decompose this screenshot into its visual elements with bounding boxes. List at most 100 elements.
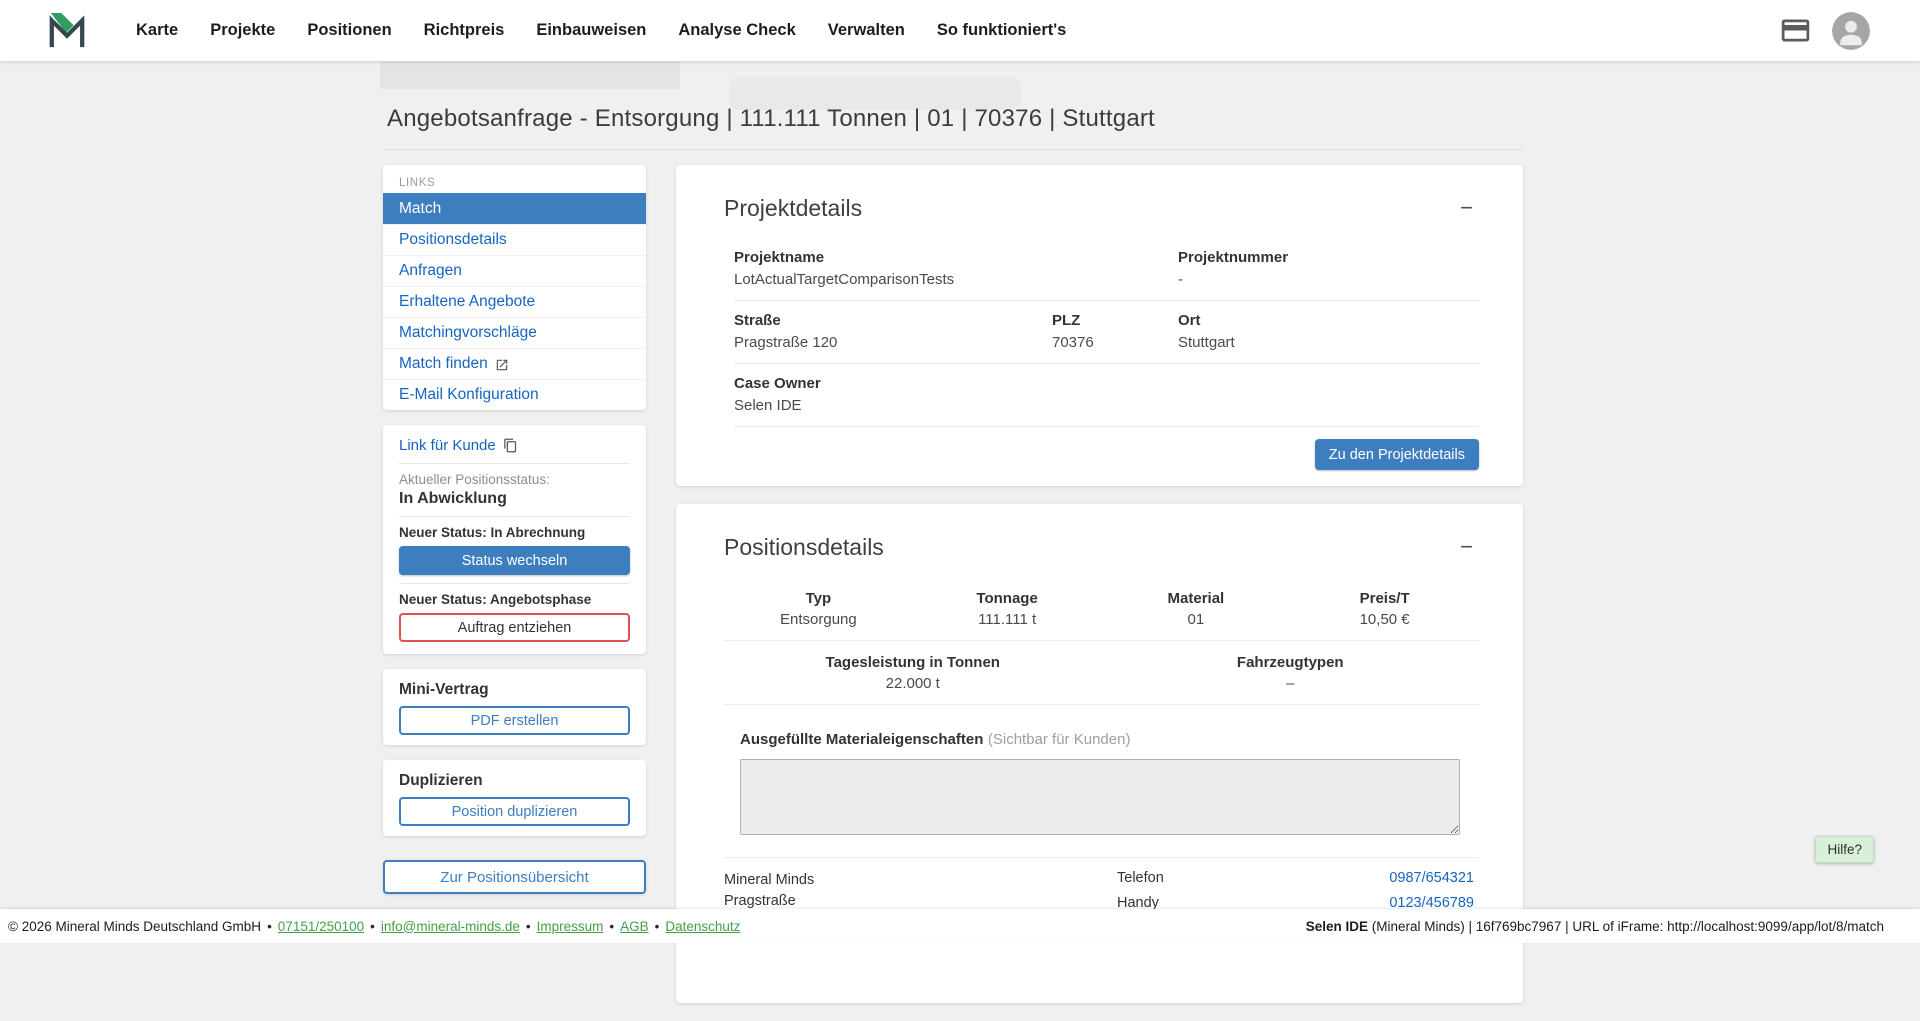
project-row-3: Case Owner Selen IDE (734, 364, 1479, 427)
collapse-icon[interactable]: − (1454, 534, 1479, 560)
plz-label: PLZ (1052, 312, 1178, 329)
sidebar: LINKS Match Positionsdetails Anfragen Er… (383, 165, 646, 894)
projektdetails-card: Projektdetails − Projektname LotActualTa… (676, 165, 1523, 486)
sidebar-item-matchingvorschlaege[interactable]: Matchingvorschläge (383, 317, 646, 348)
help-button[interactable]: Hilfe? (1815, 836, 1874, 863)
sidebar-item-erhaltene-angebote[interactable]: Erhaltene Angebote (383, 286, 646, 317)
page-content: Angebotsanfrage - Entsorgung | 111.111 T… (383, 61, 1523, 1021)
zu-den-projektdetails-button[interactable]: Zu den Projektdetails (1315, 439, 1479, 470)
footer-agb-link[interactable]: AGB (620, 919, 649, 934)
customer-link-label: Link für Kunde (399, 437, 496, 454)
projektnummer-label: Projektnummer (1178, 249, 1479, 266)
current-status-label: Aktueller Positionsstatus: (399, 472, 630, 487)
page-title: Angebotsanfrage - Entsorgung | 111.111 T… (387, 105, 1519, 133)
sidebar-item-positionsdetails[interactable]: Positionsdetails (383, 224, 646, 255)
nav-item-richtpreis[interactable]: Richtpreis (424, 21, 505, 40)
zur-positionsuebersicht-button[interactable]: Zur Positionsübersicht (383, 860, 646, 894)
projektdetails-title: Projektdetails (724, 195, 862, 222)
strasse-label: Straße (734, 312, 1052, 329)
material-label: Material (1102, 590, 1291, 607)
footer-copyright: © 2026 Mineral Minds Deutschland GmbH (8, 919, 261, 934)
footer-session-info: Selen IDE (Mineral Minds) | 16f769bc7967… (1306, 919, 1884, 934)
status-card: Link für Kunde Aktueller Positionsstatus… (383, 425, 646, 654)
telefon-label: Telefon (1117, 870, 1164, 886)
telefon-link[interactable]: 0987/654321 (1389, 870, 1474, 886)
current-status-value: In Abwicklung (399, 490, 630, 508)
material-value: 01 (1102, 611, 1291, 628)
nav-item-positionen[interactable]: Positionen (307, 21, 391, 40)
material-properties-label: Ausgefüllte Materialeigenschaften (740, 731, 983, 748)
sidebar-item-match[interactable]: Match (383, 193, 646, 224)
page-title-wrap: Angebotsanfrage - Entsorgung | 111.111 T… (383, 61, 1523, 150)
preis-value: 10,50 € (1290, 611, 1479, 628)
next-status-section-1: Neuer Status: In Abrechnung Status wechs… (399, 517, 630, 584)
sidebar-item-anfragen[interactable]: Anfragen (383, 255, 646, 286)
sidebar-item-label: Matchingvorschläge (399, 324, 537, 342)
sidebar-item-label: Match (399, 200, 441, 218)
main-column: Projektdetails − Projektname LotActualTa… (676, 165, 1523, 1021)
material-properties-textarea[interactable] (740, 759, 1460, 835)
next-status-section-2: Neuer Status: Angebotsphase Auftrag entz… (399, 584, 630, 644)
header-actions (1779, 12, 1870, 50)
status-wechseln-button[interactable]: Status wechseln (399, 546, 630, 575)
footer-email-link[interactable]: info@mineral-minds.de (381, 919, 520, 934)
tagesleistung-value: 22.000 t (724, 675, 1102, 692)
collapse-icon[interactable]: − (1454, 195, 1479, 221)
position-row-2: Tagesleistung in Tonnen 22.000 t Fahrzeu… (724, 641, 1479, 705)
projektnummer-value: - (1178, 271, 1479, 288)
tonnage-label: Tonnage (913, 590, 1102, 607)
nav-item-analyse-check[interactable]: Analyse Check (678, 21, 795, 40)
fahrzeugtypen-label: Fahrzeugtypen (1102, 654, 1480, 671)
tagesleistung-label: Tagesleistung in Tonnen (724, 654, 1102, 671)
session-details: (Mineral Minds) | 16f769bc7967 | URL of … (1368, 919, 1884, 934)
sidebar-item-label: E-Mail Konfiguration (399, 386, 539, 404)
sidebar-item-match-finden[interactable]: Match finden (383, 348, 646, 379)
top-nav-bar: Karte Projekte Positionen Richtpreis Ein… (0, 0, 1920, 61)
current-status-section: Aktueller Positionsstatus: In Abwicklung (399, 464, 630, 517)
case-owner-label: Case Owner (734, 375, 1479, 392)
typ-label: Typ (724, 590, 913, 607)
sidebar-item-label: Erhaltene Angebote (399, 293, 535, 311)
footer-separator: • (655, 919, 660, 934)
duplizieren-card: Duplizieren Position duplizieren (383, 760, 646, 836)
footer-separator: • (267, 919, 272, 934)
footer-phone-link[interactable]: 07151/250100 (278, 919, 364, 934)
pdf-erstellen-button[interactable]: PDF erstellen (399, 706, 630, 735)
sidebar-links-card: LINKS Match Positionsdetails Anfragen Er… (383, 165, 646, 410)
tonnage-value: 111.111 t (913, 611, 1102, 628)
links-header: LINKS (383, 171, 646, 193)
footer-separator: • (609, 919, 614, 934)
project-row-1: Projektname LotActualTargetComparisonTes… (734, 238, 1479, 301)
user-avatar[interactable] (1832, 12, 1870, 50)
sidebar-item-label: Match finden (399, 355, 488, 373)
billing-card-icon[interactable] (1779, 14, 1812, 47)
footer-impressum-link[interactable]: Impressum (537, 919, 604, 934)
nav-item-verwalten[interactable]: Verwalten (828, 21, 905, 40)
ort-label: Ort (1178, 312, 1479, 329)
material-properties-hint: (Sichtbar für Kunden) (988, 731, 1131, 748)
position-duplizieren-button[interactable]: Position duplizieren (399, 797, 630, 826)
nav-item-projekte[interactable]: Projekte (210, 21, 275, 40)
fahrzeugtypen-value: – (1102, 675, 1480, 692)
footer-separator: • (370, 919, 375, 934)
main-nav: Karte Projekte Positionen Richtpreis Ein… (136, 21, 1066, 40)
footer-datenschutz-link[interactable]: Datenschutz (665, 919, 740, 934)
next-status-label-1: Neuer Status: In Abrechnung (399, 525, 630, 540)
material-properties-section: Ausgefüllte Materialeigenschaften (Sicht… (740, 731, 1479, 835)
nav-item-karte[interactable]: Karte (136, 21, 178, 40)
case-owner-value: Selen IDE (734, 397, 1479, 414)
projektname-label: Projektname (734, 249, 1178, 266)
position-row-1: Typ Entsorgung Tonnage 111.111 t Materia… (724, 577, 1479, 641)
nav-item-einbauweisen[interactable]: Einbauweisen (536, 21, 646, 40)
ort-value: Stuttgart (1178, 334, 1479, 351)
sidebar-item-label: Positionsdetails (399, 231, 507, 249)
auftrag-entziehen-button[interactable]: Auftrag entziehen (399, 613, 630, 642)
sidebar-item-email-konfiguration[interactable]: E-Mail Konfiguration (383, 379, 646, 410)
mini-vertrag-card: Mini-Vertrag PDF erstellen (383, 669, 646, 745)
nav-item-so-funktionierts[interactable]: So funktioniert's (937, 21, 1067, 40)
sidebar-item-label: Anfragen (399, 262, 462, 280)
customer-link[interactable]: Link für Kunde (399, 435, 630, 464)
plz-value: 70376 (1052, 334, 1178, 351)
strasse-value: Pragstraße 120 (734, 334, 1052, 351)
next-status-label-2: Neuer Status: Angebotsphase (399, 592, 630, 607)
